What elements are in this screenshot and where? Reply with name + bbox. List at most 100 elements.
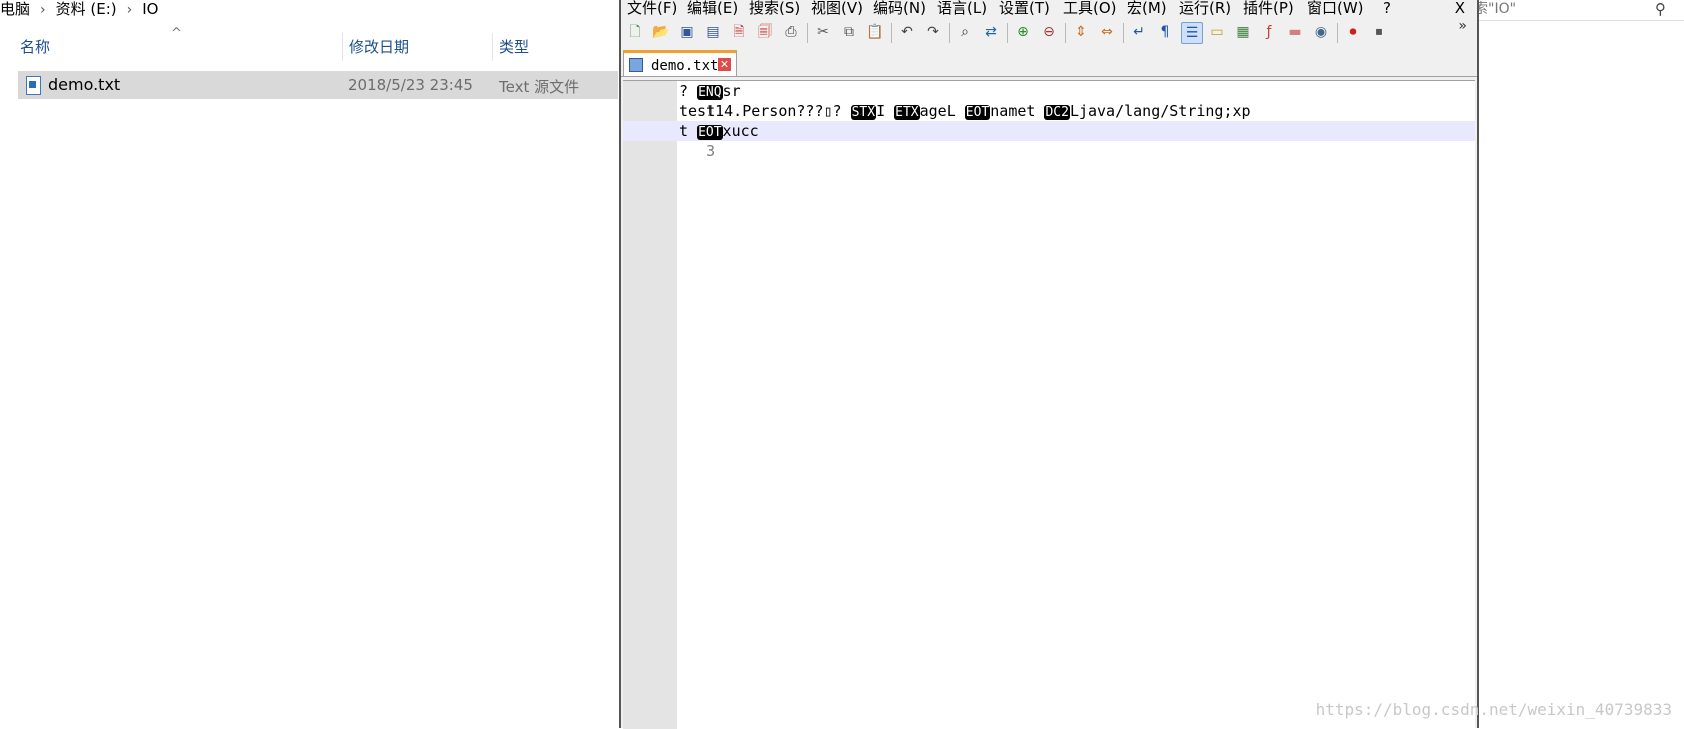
close-button[interactable]: X — [1455, 0, 1465, 16]
file-row[interactable]: demo.txt 2018/5/23 23:45 Text 源文件 — [18, 71, 618, 99]
breadcrumb-item-drive[interactable]: 资料 (E:) — [56, 0, 117, 18]
column-header-date[interactable]: 修改日期 — [349, 32, 409, 62]
toolbar: 🗋 📂 ▣ ▤ 🗎 🗐 ⎙ ✂ ⧉ 📋 ↶ ↷ ⌕ ⇄ ⊕ ⊖ ⇕ ⇔ ↵ ¶ … — [625, 20, 1465, 46]
file-name: demo.txt — [48, 75, 121, 94]
folder-workspace-icon[interactable]: ▬ — [1285, 22, 1305, 42]
control-char-token: EOT — [697, 125, 723, 140]
menu-edit[interactable]: 编辑(E) — [687, 0, 738, 16]
toolbar-separator — [1065, 23, 1066, 43]
save-icon[interactable]: ▣ — [677, 22, 697, 42]
tab-close-icon[interactable]: ✕ — [718, 58, 731, 71]
toolbar-separator — [1337, 23, 1338, 43]
word-wrap-icon[interactable]: ↵ — [1129, 22, 1149, 42]
chevron-right-icon: › — [40, 2, 46, 18]
column-divider[interactable] — [342, 33, 343, 61]
menu-tools[interactable]: 工具(O) — [1063, 0, 1117, 16]
user-language-icon[interactable]: ▭ — [1207, 22, 1227, 42]
toolbar-overflow-icon[interactable]: » — [1458, 18, 1467, 34]
code-text: t — [679, 122, 698, 140]
sync-vertical-icon[interactable]: ⇕ — [1071, 22, 1091, 42]
save-all-icon[interactable]: ▤ — [703, 22, 723, 42]
menu-settings[interactable]: 设置(T) — [999, 0, 1050, 16]
notepad-window: 文件(F) 编辑(E) 搜索(S) 视图(V) 编码(N) 语言(L) 设置(T… — [619, 0, 1479, 729]
menu-run[interactable]: 运行(R) — [1179, 0, 1231, 16]
control-char-token: DC2 — [1044, 105, 1070, 120]
find-icon[interactable]: ⌕ — [955, 22, 975, 42]
sync-horizontal-icon[interactable]: ⇔ — [1097, 22, 1117, 42]
show-all-chars-icon[interactable]: ¶ — [1155, 22, 1175, 42]
line-content: ? ENQsr — [679, 81, 741, 103]
menu-help[interactable]: ? — [1383, 0, 1391, 16]
menu-plugins[interactable]: 插件(P) — [1243, 0, 1294, 16]
menu-view[interactable]: 视图(V) — [811, 0, 863, 16]
breadcrumb-item-io[interactable]: IO — [142, 0, 158, 18]
tab-label: demo.txt — [651, 58, 719, 74]
menu-search[interactable]: 搜索(S) — [749, 0, 800, 16]
close-file-icon[interactable]: 🗎 — [729, 22, 749, 42]
copy-icon[interactable]: ⧉ — [839, 22, 859, 42]
breadcrumb-item-pc[interactable]: 电脑 — [0, 0, 30, 18]
column-header-name[interactable]: 名称 — [20, 32, 50, 62]
tab-demo-txt[interactable]: demo.txt ✕ — [623, 50, 737, 76]
replace-icon[interactable]: ⇄ — [981, 22, 1001, 42]
file-type: Text 源文件 — [499, 78, 580, 96]
monitoring-eye-icon[interactable]: ◉ — [1311, 22, 1331, 42]
editor-area[interactable]: 1 ? ENQsr 2 test14.Person???▯? STXI ETXa… — [623, 80, 1475, 729]
code-text: namet — [990, 102, 1045, 120]
control-char-token: ETX — [894, 105, 920, 120]
menu-macro[interactable]: 宏(M) — [1127, 0, 1167, 16]
open-folder-icon[interactable]: 📂 — [651, 22, 671, 42]
toolbar-separator — [1123, 23, 1124, 43]
text-file-icon — [26, 76, 41, 95]
print-icon[interactable]: ⎙ — [781, 22, 801, 42]
zoom-out-icon[interactable]: ⊖ — [1039, 22, 1059, 42]
line-content: test14.Person???▯? STXI ETXageL EOTnamet… — [679, 101, 1251, 123]
menu-window[interactable]: 窗口(W) — [1307, 0, 1364, 16]
menu-file[interactable]: 文件(F) — [627, 0, 677, 16]
tab-bar: demo.txt ✕ — [621, 48, 1477, 77]
control-char-token: STX — [850, 105, 877, 120]
menu-language[interactable]: 语言(L) — [937, 0, 987, 16]
code-text: xucc — [722, 122, 759, 140]
code-line-current: 3 t EOTxucc — [623, 121, 1475, 160]
document-map-icon[interactable]: ▦ — [1233, 22, 1253, 42]
code-text: ageL — [919, 102, 965, 120]
code-text: I — [876, 102, 895, 120]
search-placeholder: 索"IO" — [1474, 1, 1517, 17]
code-text: Ljava/lang/String;xp — [1069, 102, 1251, 120]
code-text: ? — [679, 82, 698, 100]
file-date: 2018/5/23 23:45 — [348, 76, 473, 94]
paste-icon[interactable]: 📋 — [865, 22, 885, 42]
toolbar-separator — [891, 23, 892, 43]
function-list-icon[interactable]: ƒ — [1259, 22, 1279, 42]
new-file-icon[interactable]: 🗋 — [625, 22, 645, 42]
sort-ascending-icon: ^ — [171, 26, 182, 41]
control-char-token: ENQ — [697, 85, 723, 100]
search-input[interactable]: 索"IO" ⚲ — [1474, 0, 1684, 21]
search-icon[interactable]: ⚲ — [1655, 0, 1666, 18]
code-line: 2 test14.Person???▯? STXI ETXageL EOTnam… — [623, 101, 1475, 140]
watermark: https://blog.csdn.net/weixin_40739833 — [1315, 700, 1672, 719]
code-text: test14.Person???▯? — [679, 102, 851, 120]
breadcrumb: 电脑 › 资料 (E:) › IO — [0, 0, 640, 18]
stop-macro-icon[interactable]: ⏹ — [1369, 22, 1389, 42]
line-content: t EOTxucc — [679, 121, 759, 143]
close-all-icon[interactable]: 🗐 — [755, 22, 775, 42]
menu-bar: 文件(F) 编辑(E) 搜索(S) 视图(V) 编码(N) 语言(L) 设置(T… — [621, 0, 1477, 18]
code-text: sr — [722, 82, 741, 100]
saved-file-icon — [629, 58, 643, 72]
record-macro-icon[interactable]: ⏺ — [1343, 22, 1363, 42]
redo-icon[interactable]: ↷ — [923, 22, 943, 42]
toolbar-separator — [1007, 23, 1008, 43]
line-number: 3 — [706, 142, 716, 160]
menu-encoding[interactable]: 编码(N) — [873, 0, 926, 16]
column-divider[interactable] — [492, 33, 493, 61]
code-line: 1 ? ENQsr — [623, 81, 1475, 120]
toolbar-separator — [807, 23, 808, 43]
control-char-token: EOT — [964, 105, 991, 120]
column-header-type[interactable]: 类型 — [499, 32, 529, 62]
indent-guide-icon[interactable]: ☰ — [1181, 22, 1203, 44]
undo-icon[interactable]: ↶ — [897, 22, 917, 42]
zoom-in-icon[interactable]: ⊕ — [1013, 22, 1033, 42]
cut-icon[interactable]: ✂ — [813, 22, 833, 42]
